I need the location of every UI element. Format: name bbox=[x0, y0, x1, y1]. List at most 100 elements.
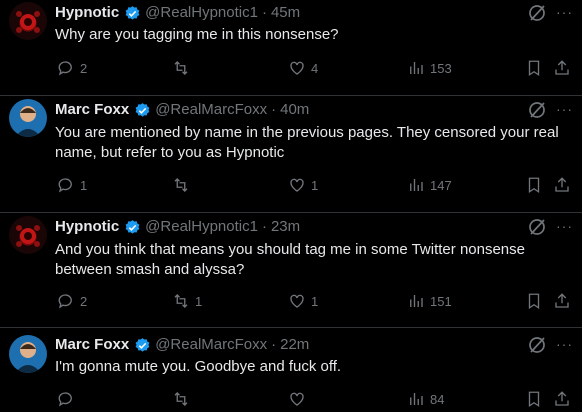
grok-icon[interactable] bbox=[527, 335, 547, 355]
bookmark-button[interactable] bbox=[525, 175, 543, 195]
tweet-text: And you think that means you should tag … bbox=[55, 241, 525, 278]
bookmark-icon bbox=[528, 391, 540, 408]
display-name[interactable]: Hypnotic bbox=[55, 218, 119, 236]
like-button[interactable]: 1 bbox=[288, 291, 318, 311]
reply-button[interactable]: 2 bbox=[57, 291, 87, 311]
timestamp[interactable]: 45m bbox=[271, 4, 300, 22]
tweet-actions: 2 4 153 bbox=[55, 58, 575, 78]
separator-dot: · bbox=[261, 4, 267, 21]
bookmark-icon bbox=[528, 293, 540, 310]
avatar[interactable] bbox=[9, 335, 47, 373]
separator-dot: · bbox=[271, 336, 277, 353]
timestamp[interactable]: 23m bbox=[271, 218, 300, 236]
display-name[interactable]: Marc Foxx bbox=[55, 336, 129, 354]
verified-badge-icon bbox=[124, 219, 141, 236]
more-options-icon[interactable]: ··· bbox=[556, 218, 573, 234]
more-options-icon[interactable]: ··· bbox=[556, 4, 573, 20]
tweet[interactable]: Hypnotic @RealHypnotic1 · 45m ··· Why ar… bbox=[0, 0, 582, 96]
reply-count: 1 bbox=[80, 177, 88, 193]
separator-dot: · bbox=[271, 101, 277, 118]
share-icon bbox=[555, 391, 569, 406]
views-icon bbox=[410, 295, 423, 307]
share-button[interactable] bbox=[553, 291, 571, 311]
views-icon bbox=[410, 393, 423, 405]
user-handle[interactable]: @RealHypnotic1 bbox=[145, 4, 258, 22]
like-button[interactable]: 4 bbox=[288, 58, 318, 78]
timestamp[interactable]: 22m bbox=[280, 336, 309, 354]
heart-icon bbox=[290, 61, 304, 75]
more-options-icon[interactable]: ··· bbox=[556, 336, 573, 352]
tweet-text: I'm gonna mute you. Goodbye and fuck off… bbox=[55, 358, 342, 375]
tweet-header: Hypnotic @RealHypnotic1 · 23m bbox=[55, 218, 300, 236]
like-count: 1 bbox=[311, 293, 319, 309]
share-button[interactable] bbox=[553, 175, 571, 195]
retweet-button[interactable] bbox=[172, 175, 195, 195]
retweet-icon bbox=[174, 178, 188, 192]
heart-icon bbox=[290, 294, 304, 308]
separator-dot: · bbox=[261, 218, 267, 235]
tweet-header: Marc Foxx @RealMarcFoxx · 40m bbox=[55, 101, 309, 119]
tweet-header: Hypnotic @RealHypnotic1 · 45m bbox=[55, 4, 300, 22]
verified-badge-icon bbox=[124, 5, 141, 22]
reply-count: 2 bbox=[80, 60, 88, 76]
reply-button[interactable]: 1 bbox=[57, 175, 87, 195]
like-count: 4 bbox=[311, 60, 319, 76]
retweet-icon bbox=[174, 392, 188, 406]
grok-icon[interactable] bbox=[527, 100, 547, 120]
tweet[interactable]: Marc Foxx @RealMarcFoxx · 22m ··· I'm go… bbox=[0, 328, 582, 412]
tweet-actions: 2 1 1 151 bbox=[55, 291, 575, 311]
share-button[interactable] bbox=[553, 389, 571, 409]
tweet-text: You are mentioned by name in the previou… bbox=[55, 124, 559, 161]
bookmark-button[interactable] bbox=[525, 389, 543, 409]
grok-icon[interactable] bbox=[527, 3, 547, 23]
reply-count: 2 bbox=[80, 293, 88, 309]
display-name[interactable]: Marc Foxx bbox=[55, 101, 129, 119]
tweet-header: Marc Foxx @RealMarcFoxx · 22m bbox=[55, 336, 309, 354]
avatar[interactable] bbox=[9, 216, 47, 254]
share-icon bbox=[555, 293, 569, 308]
timestamp[interactable]: 40m bbox=[280, 101, 309, 119]
views-count: 151 bbox=[430, 293, 452, 309]
tweet-actions: 84 bbox=[55, 389, 575, 409]
share-icon bbox=[555, 60, 569, 75]
like-button[interactable]: 1 bbox=[288, 175, 318, 195]
retweet-button[interactable]: 1 bbox=[172, 291, 202, 311]
reply-icon bbox=[58, 178, 72, 193]
avatar[interactable] bbox=[9, 99, 47, 137]
like-button[interactable] bbox=[288, 389, 311, 409]
user-handle[interactable]: @RealHypnotic1 bbox=[145, 218, 258, 236]
views-count: 153 bbox=[430, 60, 452, 76]
verified-badge-icon bbox=[134, 337, 151, 354]
reply-button[interactable]: 2 bbox=[57, 58, 87, 78]
retweet-icon bbox=[174, 61, 188, 75]
user-handle[interactable]: @RealMarcFoxx bbox=[155, 336, 267, 354]
more-options-icon[interactable]: ··· bbox=[556, 101, 573, 117]
heart-icon bbox=[290, 178, 304, 192]
views-icon bbox=[410, 179, 423, 191]
views-button[interactable]: 153 bbox=[407, 58, 452, 78]
user-handle[interactable]: @RealMarcFoxx bbox=[155, 101, 267, 119]
views-button[interactable]: 147 bbox=[407, 175, 452, 195]
retweet-icon bbox=[174, 294, 188, 308]
retweet-count: 1 bbox=[195, 293, 203, 309]
tweet-actions: 1 1 147 bbox=[55, 175, 575, 195]
reply-button[interactable] bbox=[57, 389, 80, 409]
bookmark-icon bbox=[528, 60, 540, 77]
grok-icon[interactable] bbox=[527, 217, 547, 237]
views-icon bbox=[410, 62, 423, 74]
bookmark-icon bbox=[528, 177, 540, 194]
display-name[interactable]: Hypnotic bbox=[55, 4, 119, 22]
heart-icon bbox=[290, 392, 304, 406]
views-button[interactable]: 151 bbox=[407, 291, 452, 311]
share-button[interactable] bbox=[553, 58, 571, 78]
retweet-button[interactable] bbox=[172, 58, 195, 78]
views-count: 147 bbox=[430, 177, 452, 193]
tweet[interactable]: Marc Foxx @RealMarcFoxx · 40m ··· You ar… bbox=[0, 96, 582, 213]
bookmark-button[interactable] bbox=[525, 291, 543, 311]
tweet[interactable]: Hypnotic @RealHypnotic1 · 23m ··· And yo… bbox=[0, 213, 582, 328]
views-button[interactable]: 84 bbox=[407, 389, 444, 409]
avatar[interactable] bbox=[9, 2, 47, 40]
retweet-button[interactable] bbox=[172, 389, 195, 409]
bookmark-button[interactable] bbox=[525, 58, 543, 78]
verified-badge-icon bbox=[134, 102, 151, 119]
